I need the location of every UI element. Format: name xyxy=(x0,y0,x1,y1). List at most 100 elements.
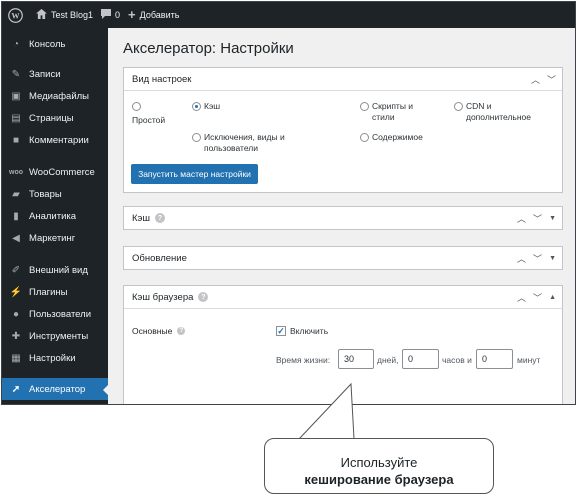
sidebar-item-users[interactable]: ● Пользователи xyxy=(2,303,108,325)
lifetime-label: Время жизни: xyxy=(276,355,331,365)
radio-cdn[interactable]: CDN и дополнительное xyxy=(454,101,531,123)
radio-exclusions[interactable]: Исключения, виды и пользователи xyxy=(192,132,285,154)
box-tools: ︿ ﹀ ▼ xyxy=(517,247,556,269)
sidebar-item-label: Записи xyxy=(29,68,61,80)
chevron-up-icon[interactable]: ︿ xyxy=(517,212,526,225)
divider xyxy=(124,90,562,91)
row-label-text: Основные xyxy=(132,326,173,336)
wrench-icon: ✚ xyxy=(11,330,21,342)
row-label-basic: Основные ? xyxy=(132,326,186,336)
sidebar-item-label: WooCommerce xyxy=(29,166,95,178)
days-input[interactable]: 30 xyxy=(338,349,374,369)
sidebar-item-settings[interactable]: ▦ Настройки xyxy=(2,347,108,369)
media-icon: ▣ xyxy=(11,90,21,102)
sidebar-item-marketing[interactable]: ◀ Маркетинг xyxy=(2,227,108,249)
add-new-label: Добавить xyxy=(139,10,180,20)
toggle-arrow-down-icon[interactable]: ▼ xyxy=(549,255,556,262)
home-icon xyxy=(36,9,47,21)
sidebar-item-analytics[interactable]: ▮ Аналитика xyxy=(2,205,108,227)
plus-icon: + xyxy=(128,7,136,22)
chevron-down-icon[interactable]: ﹀ xyxy=(533,252,542,265)
sidebar-item-label: Аналитика xyxy=(29,210,77,222)
woo-icon: woo xyxy=(9,168,23,176)
radio-circle-selected xyxy=(192,102,201,111)
plug-icon: ⚡ xyxy=(9,286,23,298)
radio-circle xyxy=(360,133,369,142)
toggle-arrow-down-icon[interactable]: ▼ xyxy=(549,215,556,222)
cache-panel[interactable]: Кэш ? ︿ ﹀ ▼ xyxy=(123,206,563,230)
toggle-arrow-up-icon[interactable]: ▲ xyxy=(549,294,556,301)
browser-cache-header: Кэш браузера ? ︿ ﹀ ▲ xyxy=(124,286,562,308)
box-tools: ︿ ﹀ ▼ xyxy=(517,207,556,229)
chevron-down-icon[interactable]: ﹀ xyxy=(533,212,542,225)
radio-cache[interactable]: Кэш xyxy=(192,101,220,112)
chevron-up-icon[interactable]: ︿ xyxy=(517,252,526,265)
enable-checkbox[interactable]: ✓ xyxy=(276,326,286,336)
radio-label: Кэш xyxy=(204,101,221,111)
sidebar-item-plugins[interactable]: ⚡ Плагины xyxy=(2,281,108,303)
browser-cache-title: Кэш браузера xyxy=(132,291,194,303)
sidebar-item-tools[interactable]: ✚ Инструменты xyxy=(2,325,108,347)
comments-link[interactable]: 0 xyxy=(101,9,120,21)
megaphone-icon: ◀ xyxy=(12,232,20,244)
minutes-label: минут xyxy=(517,355,541,365)
sidebar-item-posts[interactable]: ✎ Записи xyxy=(2,63,108,85)
chevron-up-icon[interactable]: ︿ xyxy=(531,73,540,86)
admin-sidebar: ◔ Консоль ✎ Записи ▣ Медиафайлы ▤ Страни… xyxy=(2,28,109,404)
svg-text:W: W xyxy=(11,11,20,20)
radio-circle xyxy=(360,102,369,111)
sidebar-item-label: Комментарии xyxy=(29,134,89,146)
divider xyxy=(124,308,562,309)
cache-panel-title: Кэш xyxy=(132,212,151,224)
radio-content[interactable]: Содержимое xyxy=(360,132,423,143)
sidebar-item-label: Консоль xyxy=(29,38,66,50)
radio-label-line: дополнительное xyxy=(466,112,532,122)
help-icon[interactable]: ? xyxy=(198,292,209,302)
radio-label-line: пользователи xyxy=(204,143,258,153)
sidebar-item-accelerator[interactable]: ➚ Акселератор xyxy=(2,378,109,400)
chevron-down-icon[interactable]: ﹀ xyxy=(547,73,556,86)
minutes-input[interactable]: 0 xyxy=(476,349,513,369)
radio-simple[interactable]: Простой xyxy=(132,101,165,126)
chevron-down-icon[interactable]: ﹀ xyxy=(533,291,542,304)
settings-view-box: Вид настроек ︿ ﹀ Простой Кэш Скрипты и ст… xyxy=(123,67,563,193)
sidebar-item-label: Инструменты xyxy=(29,330,89,342)
site-name: Test Blog1 xyxy=(51,10,94,20)
wordpress-logo-icon[interactable]: W xyxy=(2,2,28,28)
radio-scripts-styles[interactable]: Скрипты и стили xyxy=(360,101,413,123)
update-panel-title: Обновление xyxy=(132,252,187,264)
sidebar-item-dashboard[interactable]: ◔ Консоль xyxy=(2,33,108,55)
run-wizard-button[interactable]: Запустить мастер настройки xyxy=(131,164,258,184)
archive-icon: ▰ xyxy=(12,188,20,200)
sidebar-item-media[interactable]: ▣ Медиафайлы xyxy=(2,85,108,107)
radio-label-line: Скрипты и xyxy=(372,101,414,111)
hours-input[interactable]: 0 xyxy=(402,349,439,369)
box-tools: ︿ ﹀ ▲ xyxy=(517,286,556,308)
callout-line-2: кеширование браузера xyxy=(304,472,454,487)
box-tools: ︿ ﹀ xyxy=(531,68,556,90)
sidebar-item-products[interactable]: ▰ Товары xyxy=(2,183,108,205)
radio-label: CDN и дополнительное xyxy=(466,101,531,123)
sidebar-item-woocommerce[interactable]: woo WooCommerce xyxy=(2,161,108,183)
sidebar-item-comments[interactable]: ■ Комментарии xyxy=(2,129,108,151)
screenshot-frame: W Test Blog1 0 + Добавить ◔ Консоль ✎ За… xyxy=(1,1,576,405)
radio-label: Содержимое xyxy=(372,132,423,142)
chevron-up-icon[interactable]: ︿ xyxy=(517,291,526,304)
radio-circle xyxy=(192,133,201,142)
enable-checkbox-row[interactable]: ✓ Включить xyxy=(276,326,328,336)
radio-label-line: стили xyxy=(372,112,395,122)
enable-label: Включить xyxy=(290,326,329,336)
days-label: дней, xyxy=(377,355,399,365)
sidebar-item-pages[interactable]: ▤ Страницы xyxy=(2,107,108,129)
hours-label: часов и xyxy=(442,355,472,365)
update-panel[interactable]: Обновление ︿ ﹀ ▼ xyxy=(123,246,563,270)
radio-circle xyxy=(132,102,141,111)
help-icon[interactable]: ? xyxy=(177,327,186,335)
accelerator-icon: ➚ xyxy=(11,383,21,395)
sidebar-item-appearance[interactable]: ✐ Внешний вид xyxy=(2,259,108,281)
add-new-link[interactable]: + Добавить xyxy=(128,7,180,22)
sidebar-item-label: Акселератор xyxy=(29,383,86,395)
help-icon[interactable]: ? xyxy=(155,213,166,223)
settings-icon: ▦ xyxy=(11,352,21,364)
site-name-link[interactable]: Test Blog1 xyxy=(36,9,93,21)
